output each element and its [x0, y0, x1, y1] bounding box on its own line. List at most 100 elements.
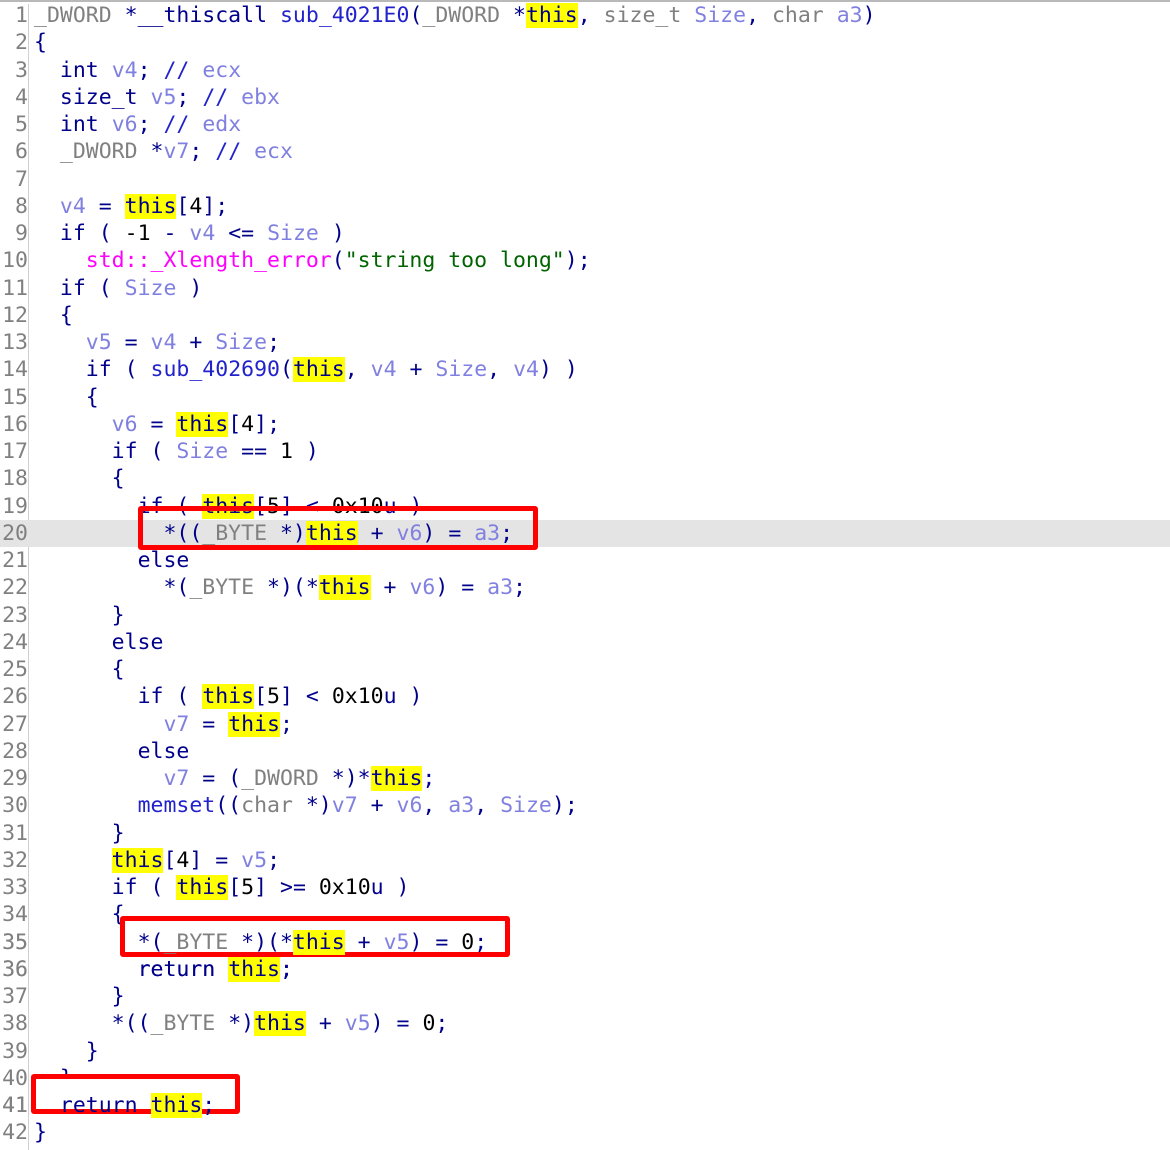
code-line[interactable]: 23 } — [0, 602, 1170, 629]
code-line[interactable]: 6 _DWORD *v7; // ecx — [0, 138, 1170, 165]
code-line[interactable]: 9 if ( -1 - v4 <= Size ) — [0, 220, 1170, 247]
token-var[interactable]: Size — [500, 793, 552, 818]
line-content[interactable]: v7 = (_DWORD *)*this; — [28, 765, 435, 792]
token-var[interactable]: v5 — [86, 330, 112, 355]
highlighted-identifier[interactable]: this — [150, 1093, 203, 1118]
token-func[interactable]: memset — [138, 793, 216, 818]
token-var[interactable]: Size — [215, 330, 267, 355]
code-line[interactable]: 3 int v4; // ecx — [0, 57, 1170, 84]
token-var[interactable]: v4 — [112, 58, 138, 83]
highlighted-identifier[interactable]: this — [305, 520, 358, 546]
line-content[interactable]: if ( this[5] < 0x10u ) — [28, 493, 422, 520]
highlighted-identifier[interactable]: this — [318, 575, 371, 601]
highlighted-identifier[interactable]: this — [176, 875, 229, 900]
highlighted-identifier[interactable]: this — [176, 411, 229, 437]
token-var[interactable]: v4 — [151, 330, 177, 355]
token-var[interactable]: v4 — [513, 357, 539, 382]
code-line[interactable]: 16 v6 = this[4]; — [0, 411, 1170, 438]
token-var[interactable]: v6 — [112, 412, 138, 437]
line-content[interactable]: this[4] = v5; — [28, 847, 280, 874]
line-content[interactable]: } — [28, 1038, 99, 1065]
highlighted-identifier[interactable]: this — [124, 193, 177, 219]
code-line[interactable]: 7 — [0, 166, 1170, 193]
line-content[interactable]: std::_Xlength_error("string too long"); — [28, 247, 591, 274]
code-line[interactable]: 40 } — [0, 1065, 1170, 1092]
highlighted-identifier[interactable]: this — [525, 3, 578, 28]
line-content[interactable]: int v6; // edx — [28, 111, 241, 138]
token-var[interactable]: v7 — [332, 793, 358, 818]
line-content[interactable]: } — [28, 1065, 73, 1092]
line-content[interactable]: v7 = this; — [28, 711, 293, 738]
line-content[interactable]: } — [28, 602, 125, 629]
token-func[interactable]: sub_402690 — [151, 357, 280, 382]
code-line[interactable]: 38 *((_BYTE *)this + v5) = 0; — [0, 1010, 1170, 1037]
highlighted-identifier[interactable]: this — [228, 711, 280, 737]
token-var[interactable]: a3 — [837, 3, 863, 28]
code-line[interactable]: 20 *((_BYTE *)this + v6) = a3; — [0, 519, 1170, 547]
token-lib[interactable]: std::_Xlength_error — [86, 248, 332, 273]
token-func[interactable]: sub_4021E0 — [280, 3, 409, 28]
code-line[interactable]: 18 { — [0, 465, 1170, 492]
line-content[interactable]: if ( Size == 1 ) — [28, 438, 319, 465]
code-line[interactable]: 37 } — [0, 983, 1170, 1010]
line-content[interactable]: _DWORD *__thiscall sub_4021E0(_DWORD *th… — [28, 2, 876, 29]
token-var[interactable]: Size — [125, 276, 177, 301]
highlighted-identifier[interactable]: this — [370, 766, 423, 791]
line-content[interactable]: { — [28, 465, 125, 492]
code-line[interactable]: 2{ — [0, 29, 1170, 56]
code-line[interactable]: 34 { — [0, 901, 1170, 928]
token-var[interactable]: v5 — [241, 848, 267, 873]
token-var[interactable]: v5 — [345, 1011, 371, 1036]
token-var[interactable]: v4 — [60, 194, 86, 219]
line-content[interactable]: v5 = v4 + Size; — [28, 329, 280, 356]
line-content[interactable]: *(_BYTE *)(*this + v6) = a3; — [28, 574, 526, 601]
code-line-overlay[interactable]: 41 return this; — [0, 1092, 1170, 1119]
code-line[interactable]: 32 this[4] = v5; — [0, 847, 1170, 874]
code-line[interactable]: 26 if ( this[5] < 0x10u ) — [0, 683, 1170, 710]
line-content[interactable]: if ( -1 - v4 <= Size ) — [28, 220, 345, 247]
token-var[interactable]: a3 — [448, 793, 474, 818]
code-line[interactable]: 42} — [0, 1119, 1170, 1146]
code-line[interactable]: 14 if ( sub_402690(this, v4 + Size, v4) … — [0, 356, 1170, 383]
line-content[interactable]: int v4; // ecx — [28, 57, 241, 84]
code-line[interactable]: 31 } — [0, 820, 1170, 847]
line-content[interactable]: if ( sub_402690(this, v4 + Size, v4) ) — [28, 356, 578, 383]
line-content[interactable]: if ( this[5] < 0x10u ) — [28, 683, 422, 710]
code-line-overlay[interactable]: 35 *(_BYTE *)(*this + v5) = 0; — [0, 929, 1170, 956]
code-line[interactable]: 27 v7 = this; — [0, 711, 1170, 738]
line-content[interactable]: else — [28, 629, 164, 656]
line-content[interactable]: } — [28, 1119, 47, 1146]
line-content[interactable]: { — [28, 29, 47, 56]
line-content[interactable]: } — [28, 820, 125, 847]
code-line[interactable]: 19 if ( this[5] < 0x10u ) — [0, 493, 1170, 520]
highlighted-identifier[interactable]: this — [228, 957, 280, 982]
highlighted-identifier[interactable]: this — [254, 1011, 306, 1037]
line-content[interactable]: if ( Size ) — [28, 275, 202, 302]
code-line[interactable]: 39 } — [0, 1038, 1170, 1065]
code-line[interactable]: 13 v5 = v4 + Size; — [0, 329, 1170, 356]
token-var[interactable]: v5 — [384, 930, 410, 955]
highlighted-identifier[interactable]: this — [292, 357, 345, 383]
code-line-overlay[interactable]: 36 return this; — [0, 956, 1170, 983]
code-line[interactable]: 4 size_t v5; // ebx — [0, 84, 1170, 111]
code-line[interactable]: 15 { — [0, 384, 1170, 411]
token-var[interactable]: v7 — [163, 766, 189, 791]
code-line[interactable]: 10 std::_Xlength_error("string too long"… — [0, 247, 1170, 274]
line-content[interactable]: else — [28, 738, 190, 765]
code-line[interactable]: 30 memset((char *)v7 + v6, a3, Size); — [0, 792, 1170, 819]
code-line[interactable]: 24 else — [0, 629, 1170, 656]
code-line[interactable]: 5 int v6; // edx — [0, 111, 1170, 138]
line-content[interactable]: *(_BYTE *)(*this + v5) = 0; — [28, 929, 487, 956]
token-var[interactable]: v4 — [371, 357, 397, 382]
code-line[interactable]: 21 else — [0, 547, 1170, 574]
line-content[interactable]: v4 = this[4]; — [28, 193, 228, 220]
code-line[interactable]: 33 if ( this[5] >= 0x10u ) — [0, 874, 1170, 901]
code-line[interactable]: 22 *(_BYTE *)(*this + v6) = a3; — [0, 574, 1170, 601]
code-line[interactable]: 11 if ( Size ) — [0, 275, 1170, 302]
token-var[interactable]: Size — [694, 3, 746, 28]
highlighted-identifier[interactable]: this — [202, 684, 255, 710]
highlighted-identifier[interactable]: this — [292, 930, 345, 955]
line-content[interactable]: { — [28, 302, 73, 329]
line-content[interactable]: { — [28, 656, 125, 683]
line-content[interactable]: } — [28, 983, 125, 1010]
